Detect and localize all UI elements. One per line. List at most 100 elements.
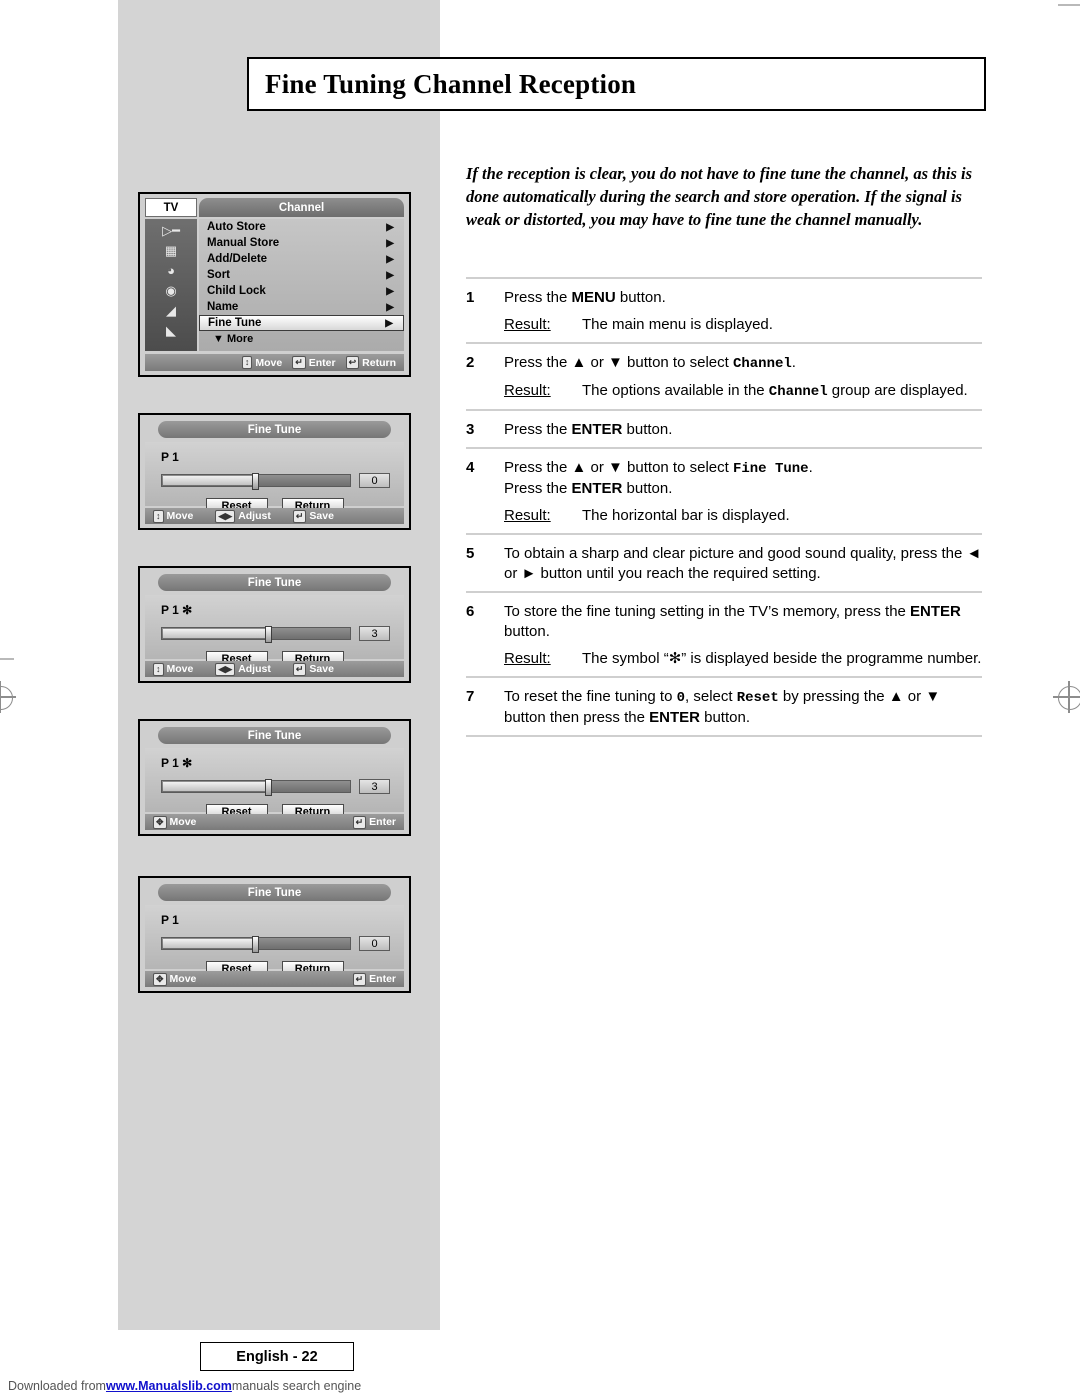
channel-icon: ◉ bbox=[165, 282, 177, 298]
osd-hint-save: ↵ Save bbox=[292, 509, 334, 523]
enter-key-icon: ↵ bbox=[352, 972, 367, 986]
enter-key-icon: ↵ bbox=[352, 815, 367, 829]
step-body: Press the ▲ or ▼ button to select Fine T… bbox=[504, 458, 982, 526]
osd-hint-move: ↕ Move bbox=[153, 662, 193, 676]
setup-icon: ◣ bbox=[166, 322, 176, 338]
osd-menu-item-add-delete[interactable]: Add/Delete ▶ bbox=[199, 251, 404, 267]
result-text: The symbol “✻” is displayed beside the p… bbox=[582, 650, 982, 667]
osd-menu-item-label: Add/Delete bbox=[207, 253, 268, 265]
sound-icon: ◕ bbox=[167, 263, 175, 278]
instruction-step: 6 To store the fine tuning setting in the… bbox=[466, 593, 982, 676]
step-text-line2: Press the ENTER button. bbox=[504, 480, 673, 497]
osd-fine-tune-body: P 1 ✻ 3 Reset Return bbox=[145, 748, 404, 820]
osd-menu-item-label: Name bbox=[207, 301, 239, 313]
osd-menu-item-child-lock[interactable]: Child Lock ▶ bbox=[199, 283, 404, 299]
registration-line-right-h bbox=[1053, 696, 1080, 698]
osd-menu-item-label: Fine Tune bbox=[208, 317, 262, 329]
input-source-icon: ▷━ bbox=[162, 222, 180, 238]
osd-menu-item-sort[interactable]: Sort ▶ bbox=[199, 267, 404, 283]
chevron-right-icon: ▶ bbox=[386, 237, 394, 249]
osd-slider-knob[interactable] bbox=[252, 473, 259, 490]
instruction-step: 2 Press the ▲ or ▼ button to select Chann… bbox=[466, 344, 982, 409]
osd-fine-tune-footer: ✥ Move ↵ Enter bbox=[145, 971, 404, 987]
osd-menu-item-label: Auto Store bbox=[207, 221, 266, 233]
result-label: Result: bbox=[504, 650, 551, 667]
result-text: The main menu is displayed. bbox=[582, 316, 773, 333]
result-label: Result: bbox=[504, 316, 551, 333]
osd-hint-label: Move bbox=[166, 510, 194, 522]
osd-fine-tune-slider[interactable] bbox=[161, 626, 351, 643]
manualslib-link[interactable]: www.Manualslib.com bbox=[106, 1379, 232, 1393]
osd-fine-tune-body: P 1 0 Reset Return bbox=[145, 905, 404, 977]
osd-menu-item-auto-store[interactable]: Auto Store ▶ bbox=[199, 219, 404, 235]
step-text: To obtain a sharp and clear picture and … bbox=[504, 545, 982, 582]
osd-slider-fill bbox=[163, 939, 256, 948]
osd-fine-tune-slider[interactable] bbox=[161, 473, 351, 490]
step-text: To reset the fine tuning to 0, select Re… bbox=[504, 688, 941, 726]
osd-hint-adjust: ◀▶ Adjust bbox=[215, 662, 271, 676]
instruction-step: 1 Press the MENU button. Result: The main m… bbox=[466, 279, 982, 342]
osd-hint-label: Move bbox=[169, 816, 197, 828]
step-body: Press the ENTER button. bbox=[504, 420, 982, 440]
page-title-box: Fine Tuning Channel Reception bbox=[247, 57, 986, 111]
osd-hint-label: Adjust bbox=[238, 510, 271, 522]
chevron-right-icon: ▶ bbox=[386, 285, 394, 297]
osd-fine-tune-value: 0 bbox=[359, 936, 390, 951]
osd-menu-item-more[interactable]: ▼ More bbox=[199, 331, 404, 347]
updown-arrows-icon: ↕ bbox=[153, 509, 164, 523]
step-text: To store the fine tuning setting in the … bbox=[504, 603, 961, 640]
enter-key-icon: ↵ bbox=[292, 509, 307, 523]
osd-tv-tab[interactable]: TV bbox=[145, 198, 197, 217]
step-text: Press the ▲ or ▼ button to select Channe… bbox=[504, 354, 796, 372]
osd-slider-knob[interactable] bbox=[265, 779, 273, 796]
osd-hint-label: Enter bbox=[369, 816, 396, 828]
instruction-step: 4 Press the ▲ or ▼ button to select Fine … bbox=[466, 449, 982, 533]
osd-channel-tab[interactable]: Channel bbox=[199, 198, 404, 217]
osd-menu-item-label: Manual Store bbox=[207, 237, 280, 249]
osd-menu-item-name[interactable]: Name ▶ bbox=[199, 299, 404, 315]
osd-hint-label: Return bbox=[362, 356, 396, 369]
osd-channel-menu-panel: TV Channel ▷━ ▦ ◕ ◉ ◢ ◣ Auto Store ▶ Manua… bbox=[138, 192, 411, 377]
osd-hint-enter: ↵ Enter bbox=[292, 356, 336, 369]
osd-menu-item-fine-tune[interactable]: Fine Tune ▶ bbox=[199, 315, 404, 331]
instruction-step: 7 To reset the fine tuning to 0, select R… bbox=[466, 678, 982, 735]
osd-fine-tune-panel-4: Fine Tune P 1 0 Reset Return ✥ Move ↵ Enter bbox=[138, 876, 411, 993]
feature-icon: ◢ bbox=[166, 302, 176, 318]
step-result: Result: The main menu is displayed. bbox=[504, 315, 982, 335]
leftright-arrows-icon: ◀▶ bbox=[215, 662, 236, 676]
step-body: To store the fine tuning setting in the … bbox=[504, 602, 982, 669]
registration-line-left-v bbox=[0, 681, 1, 713]
osd-hint-move: ✥ Move bbox=[153, 972, 196, 986]
crop-mark-top-right bbox=[1058, 4, 1080, 6]
step-text: Press the ENTER button. bbox=[504, 421, 673, 438]
osd-menu-item-label: Sort bbox=[207, 269, 230, 281]
step-number: 4 bbox=[466, 459, 475, 476]
osd-fine-tune-panel-3: Fine Tune P 1 ✻ 3 Reset Return ✥ Move ↵ Enter bbox=[138, 719, 411, 836]
osd-slider-knob[interactable] bbox=[252, 936, 259, 953]
osd-slider-knob[interactable] bbox=[265, 626, 273, 643]
updown-arrows-icon: ↕ bbox=[153, 662, 164, 676]
osd-menu-item-list: Auto Store ▶ Manual Store ▶ Add/Delete ▶ Sort ▶… bbox=[199, 219, 404, 351]
osd-programme-label: P 1 bbox=[161, 450, 179, 464]
step-body: Press the ▲ or ▼ button to select Channe… bbox=[504, 353, 982, 402]
enter-key-icon: ↵ bbox=[292, 662, 307, 676]
osd-fine-tune-slider[interactable] bbox=[161, 779, 351, 796]
chevron-right-icon: ▶ bbox=[386, 301, 394, 313]
enter-key-icon: ↵ bbox=[292, 356, 306, 369]
osd-hint-label: Move bbox=[255, 356, 283, 369]
result-label: Result: bbox=[504, 507, 551, 524]
osd-slider-fill bbox=[163, 629, 270, 638]
osd-fine-tune-value: 0 bbox=[359, 473, 390, 488]
osd-fine-tune-panel-1: Fine Tune P 1 0 Reset Return ↕ Move ◀▶ Adjust ↵ Sa… bbox=[138, 413, 411, 530]
fine-tuned-star-icon: ✻ bbox=[182, 603, 193, 617]
osd-hint-label: Save bbox=[309, 663, 334, 675]
osd-menu-item-manual-store[interactable]: Manual Store ▶ bbox=[199, 235, 404, 251]
osd-hint-label: Enter bbox=[369, 973, 396, 985]
picture-icon: ▦ bbox=[164, 242, 178, 258]
osd-fine-tune-slider[interactable] bbox=[161, 936, 351, 953]
intro-paragraph: If the reception is clear, you do not ha… bbox=[466, 164, 973, 229]
registration-line-right-v bbox=[1068, 681, 1070, 713]
osd-fine-tune-body: P 1 0 Reset Return bbox=[145, 442, 404, 514]
osd-hint-save: ↵ Save bbox=[292, 662, 334, 676]
instruction-steps: 1 Press the MENU button. Result: The main m… bbox=[466, 277, 982, 737]
